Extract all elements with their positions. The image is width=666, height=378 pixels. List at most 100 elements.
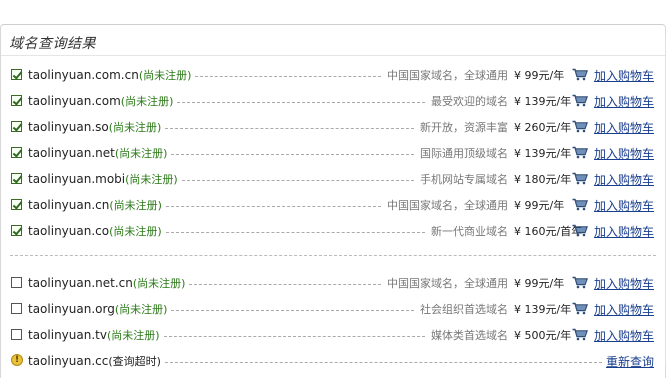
domain-text: taolinyuan.so bbox=[28, 120, 109, 134]
cart-icon[interactable] bbox=[572, 172, 588, 185]
add-to-cart-link[interactable]: 加入购物车 bbox=[594, 301, 654, 318]
domain-description: 媒体类首选域名 bbox=[431, 329, 508, 342]
domain-description: 中国国家域名，全球通用 bbox=[387, 69, 508, 82]
leader-dots bbox=[163, 336, 425, 337]
domain-price: ¥ 99元/年 bbox=[514, 199, 565, 212]
cart-icon[interactable] bbox=[572, 224, 588, 237]
result-row: taolinyuan.so(尚未注册) 新开放，资源丰富 ¥ 260元/年 加入购物车 bbox=[0, 117, 666, 137]
domain-name: taolinyuan.cc(查询超时) bbox=[28, 353, 161, 369]
availability-status: (尚未注册) bbox=[120, 95, 174, 108]
add-to-cart-link[interactable]: 加入购物车 bbox=[594, 327, 654, 344]
domain-price: ¥ 500元/年 bbox=[514, 329, 572, 342]
result-row: taolinyuan.tv(尚未注册) 媒体类首选域名 ¥ 500元/年 加入购物车 bbox=[0, 325, 666, 345]
add-to-cart-link[interactable]: 加入购物车 bbox=[594, 119, 654, 136]
domain-description: 中国国家域名，全球通用 bbox=[387, 199, 508, 212]
cart-icon[interactable] bbox=[572, 146, 588, 159]
add-to-cart-link[interactable]: 加入购物车 bbox=[594, 67, 654, 84]
domain-name: taolinyuan.tv(尚未注册) bbox=[28, 327, 160, 343]
domain-name: taolinyuan.net(尚未注册) bbox=[28, 145, 167, 161]
availability-status: (尚未注册) bbox=[106, 329, 160, 342]
domain-name: taolinyuan.so(尚未注册) bbox=[28, 119, 161, 135]
result-row: taolinyuan.co(尚未注册) 新一代商业域名 ¥ 160元/首年 加入购物车 bbox=[0, 221, 666, 241]
leader-dots bbox=[177, 102, 425, 103]
add-to-cart-link[interactable]: 加入购物车 bbox=[594, 145, 654, 162]
domain-checkbox[interactable] bbox=[11, 173, 22, 184]
availability-status: (尚未注册) bbox=[114, 303, 168, 316]
result-row: taolinyuan.com.cn(尚未注册) 中国国家域名，全球通用 ¥ 99元/… bbox=[0, 65, 666, 85]
leader-dots bbox=[171, 154, 414, 155]
domain-price: ¥ 139元/年 bbox=[514, 95, 572, 108]
add-to-cart-link[interactable]: 加入购物车 bbox=[594, 275, 654, 292]
add-to-cart-link[interactable]: 加入购物车 bbox=[594, 171, 654, 188]
domain-name: taolinyuan.cn(尚未注册) bbox=[28, 197, 162, 213]
panel-title: 域名查询结果 bbox=[9, 36, 96, 52]
cart-icon[interactable] bbox=[572, 68, 588, 81]
domain-text: taolinyuan.cc bbox=[28, 354, 109, 368]
domain-text: taolinyuan.cn bbox=[28, 198, 110, 212]
domain-checkbox[interactable] bbox=[11, 95, 22, 106]
domain-text: taolinyuan.mobi bbox=[28, 172, 126, 186]
add-to-cart-link[interactable]: 加入购物车 bbox=[594, 93, 654, 110]
domain-description: 手机网站专属域名 bbox=[420, 173, 508, 186]
availability-status: (尚未注册) bbox=[109, 199, 162, 212]
warning-icon: ! bbox=[11, 354, 23, 366]
leader-dots bbox=[165, 206, 381, 207]
domain-name: taolinyuan.org(尚未注册) bbox=[28, 301, 167, 317]
domain-price: ¥ 139元/年 bbox=[514, 147, 572, 160]
cart-icon[interactable] bbox=[572, 276, 588, 289]
cart-icon[interactable] bbox=[572, 328, 588, 341]
domain-price: ¥ 180元/年 bbox=[514, 173, 572, 186]
domain-text: taolinyuan.org bbox=[28, 302, 115, 316]
domain-text: taolinyuan.net.cn bbox=[28, 276, 133, 290]
leader-dots bbox=[195, 76, 381, 77]
result-row: ! taolinyuan.cc(查询超时) 重新查询 bbox=[0, 351, 666, 371]
result-row: taolinyuan.net.cn(尚未注册) 中国国家域名，全球通用 ¥ 99元/… bbox=[0, 273, 666, 293]
availability-status: (尚未注册) bbox=[132, 277, 186, 290]
domain-text: taolinyuan.com.cn bbox=[28, 68, 139, 82]
domain-name: taolinyuan.mobi(尚未注册) bbox=[28, 171, 178, 187]
domain-description: 中国国家域名，全球通用 bbox=[387, 277, 508, 290]
cart-icon[interactable] bbox=[572, 198, 588, 211]
domain-text: taolinyuan.tv bbox=[28, 328, 107, 342]
domain-name: taolinyuan.com(尚未注册) bbox=[28, 93, 173, 109]
domain-name: taolinyuan.net.cn(尚未注册) bbox=[28, 275, 185, 291]
domain-price: ¥ 260元/年 bbox=[514, 121, 572, 134]
domain-checkbox[interactable] bbox=[11, 303, 22, 314]
cart-icon[interactable] bbox=[572, 120, 588, 133]
availability-status: (尚未注册) bbox=[125, 173, 178, 186]
domain-price: ¥ 99元/年 bbox=[514, 277, 565, 290]
availability-status: (尚未注册) bbox=[109, 225, 162, 238]
cart-icon[interactable] bbox=[572, 302, 588, 315]
domain-checkbox[interactable] bbox=[11, 69, 22, 80]
domain-checkbox[interactable] bbox=[11, 147, 22, 158]
domain-text: taolinyuan.co bbox=[28, 224, 110, 238]
domain-checkbox[interactable] bbox=[11, 199, 22, 210]
add-to-cart-link[interactable]: 加入购物车 bbox=[594, 223, 654, 240]
domain-description: 新一代商业域名 bbox=[431, 225, 508, 238]
leader-dots bbox=[189, 284, 381, 285]
domain-description: 最受欢迎的域名 bbox=[431, 95, 508, 108]
domain-name: taolinyuan.com.cn(尚未注册) bbox=[28, 67, 191, 83]
result-row: taolinyuan.org(尚未注册) 社会组织首选域名 ¥ 139元/年 加入购物… bbox=[0, 299, 666, 319]
cart-icon[interactable] bbox=[572, 94, 588, 107]
title-divider bbox=[1, 55, 665, 56]
domain-checkbox[interactable] bbox=[11, 329, 22, 340]
result-row: taolinyuan.cn(尚未注册) 中国国家域名，全球通用 ¥ 99元/年 加入购… bbox=[0, 195, 666, 215]
leader-dots bbox=[165, 128, 414, 129]
domain-checkbox[interactable] bbox=[11, 121, 22, 132]
result-row: taolinyuan.mobi(尚未注册) 手机网站专属域名 ¥ 180元/年 加入购… bbox=[0, 169, 666, 189]
availability-status: (尚未注册) bbox=[108, 121, 162, 134]
result-row: taolinyuan.com(尚未注册) 最受欢迎的域名 ¥ 139元/年 加入购物车 bbox=[0, 91, 666, 111]
domain-description: 新开放，资源丰富 bbox=[420, 121, 508, 134]
leader-dots bbox=[164, 362, 602, 363]
retry-query-link[interactable]: 重新查询 bbox=[606, 353, 654, 370]
domain-description: 国际通用顶级域名 bbox=[420, 147, 508, 160]
domain-description: 社会组织首选域名 bbox=[420, 303, 508, 316]
add-to-cart-link[interactable]: 加入购物车 bbox=[594, 197, 654, 214]
domain-checkbox[interactable] bbox=[11, 277, 22, 288]
leader-dots bbox=[171, 310, 414, 311]
domain-price: ¥ 99元/年 bbox=[514, 69, 565, 82]
domain-price: ¥ 139元/年 bbox=[514, 303, 572, 316]
leader-dots bbox=[165, 232, 425, 233]
domain-checkbox[interactable] bbox=[11, 225, 22, 236]
